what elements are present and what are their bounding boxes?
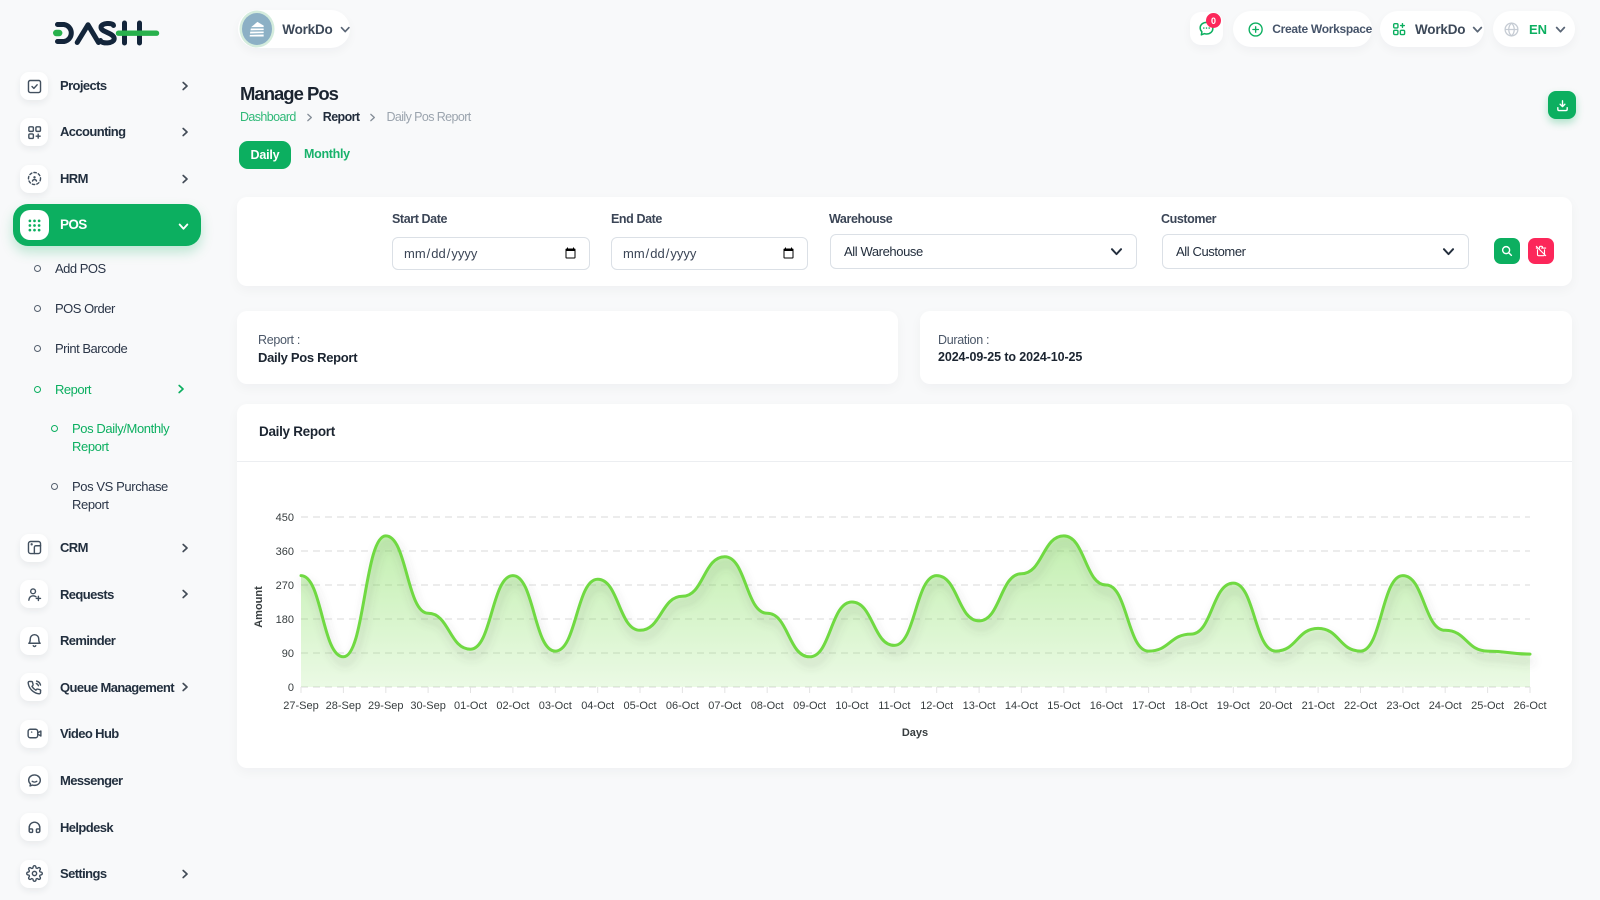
svg-text:07-Oct: 07-Oct [708, 700, 741, 712]
svg-text:01-Oct: 01-Oct [454, 700, 487, 712]
svg-text:24-Oct: 24-Oct [1429, 700, 1462, 712]
svg-text:20-Oct: 20-Oct [1259, 700, 1292, 712]
svg-text:10-Oct: 10-Oct [835, 700, 868, 712]
svg-text:11-Oct: 11-Oct [878, 700, 910, 712]
svg-text:21-Oct: 21-Oct [1302, 700, 1335, 712]
svg-text:17-Oct: 17-Oct [1132, 700, 1165, 712]
svg-text:Amount: Amount [253, 586, 265, 628]
svg-text:28-Sep: 28-Sep [326, 700, 361, 712]
svg-text:16-Oct: 16-Oct [1090, 700, 1123, 712]
svg-text:30-Sep: 30-Sep [410, 700, 445, 712]
svg-text:29-Sep: 29-Sep [368, 700, 403, 712]
svg-text:25-Oct: 25-Oct [1471, 700, 1504, 712]
svg-text:26-Oct: 26-Oct [1513, 700, 1546, 712]
svg-text:450: 450 [276, 512, 294, 524]
svg-text:Days: Days [902, 727, 928, 739]
svg-text:22-Oct: 22-Oct [1344, 700, 1377, 712]
svg-text:360: 360 [276, 546, 294, 558]
svg-text:27-Sep: 27-Sep [283, 700, 318, 712]
svg-text:03-Oct: 03-Oct [539, 700, 572, 712]
svg-text:02-Oct: 02-Oct [496, 700, 529, 712]
svg-text:14-Oct: 14-Oct [1005, 700, 1038, 712]
svg-text:05-Oct: 05-Oct [623, 700, 656, 712]
svg-text:23-Oct: 23-Oct [1386, 700, 1419, 712]
svg-text:13-Oct: 13-Oct [963, 700, 996, 712]
svg-text:04-Oct: 04-Oct [581, 700, 614, 712]
svg-text:12-Oct: 12-Oct [920, 700, 953, 712]
svg-text:08-Oct: 08-Oct [751, 700, 784, 712]
svg-text:09-Oct: 09-Oct [793, 700, 826, 712]
svg-text:180: 180 [276, 614, 294, 626]
svg-text:19-Oct: 19-Oct [1217, 700, 1250, 712]
svg-text:90: 90 [282, 648, 294, 660]
svg-text:15-Oct: 15-Oct [1047, 700, 1080, 712]
svg-text:270: 270 [276, 580, 294, 592]
svg-text:0: 0 [288, 682, 294, 694]
svg-text:06-Oct: 06-Oct [666, 700, 699, 712]
svg-text:18-Oct: 18-Oct [1174, 700, 1207, 712]
